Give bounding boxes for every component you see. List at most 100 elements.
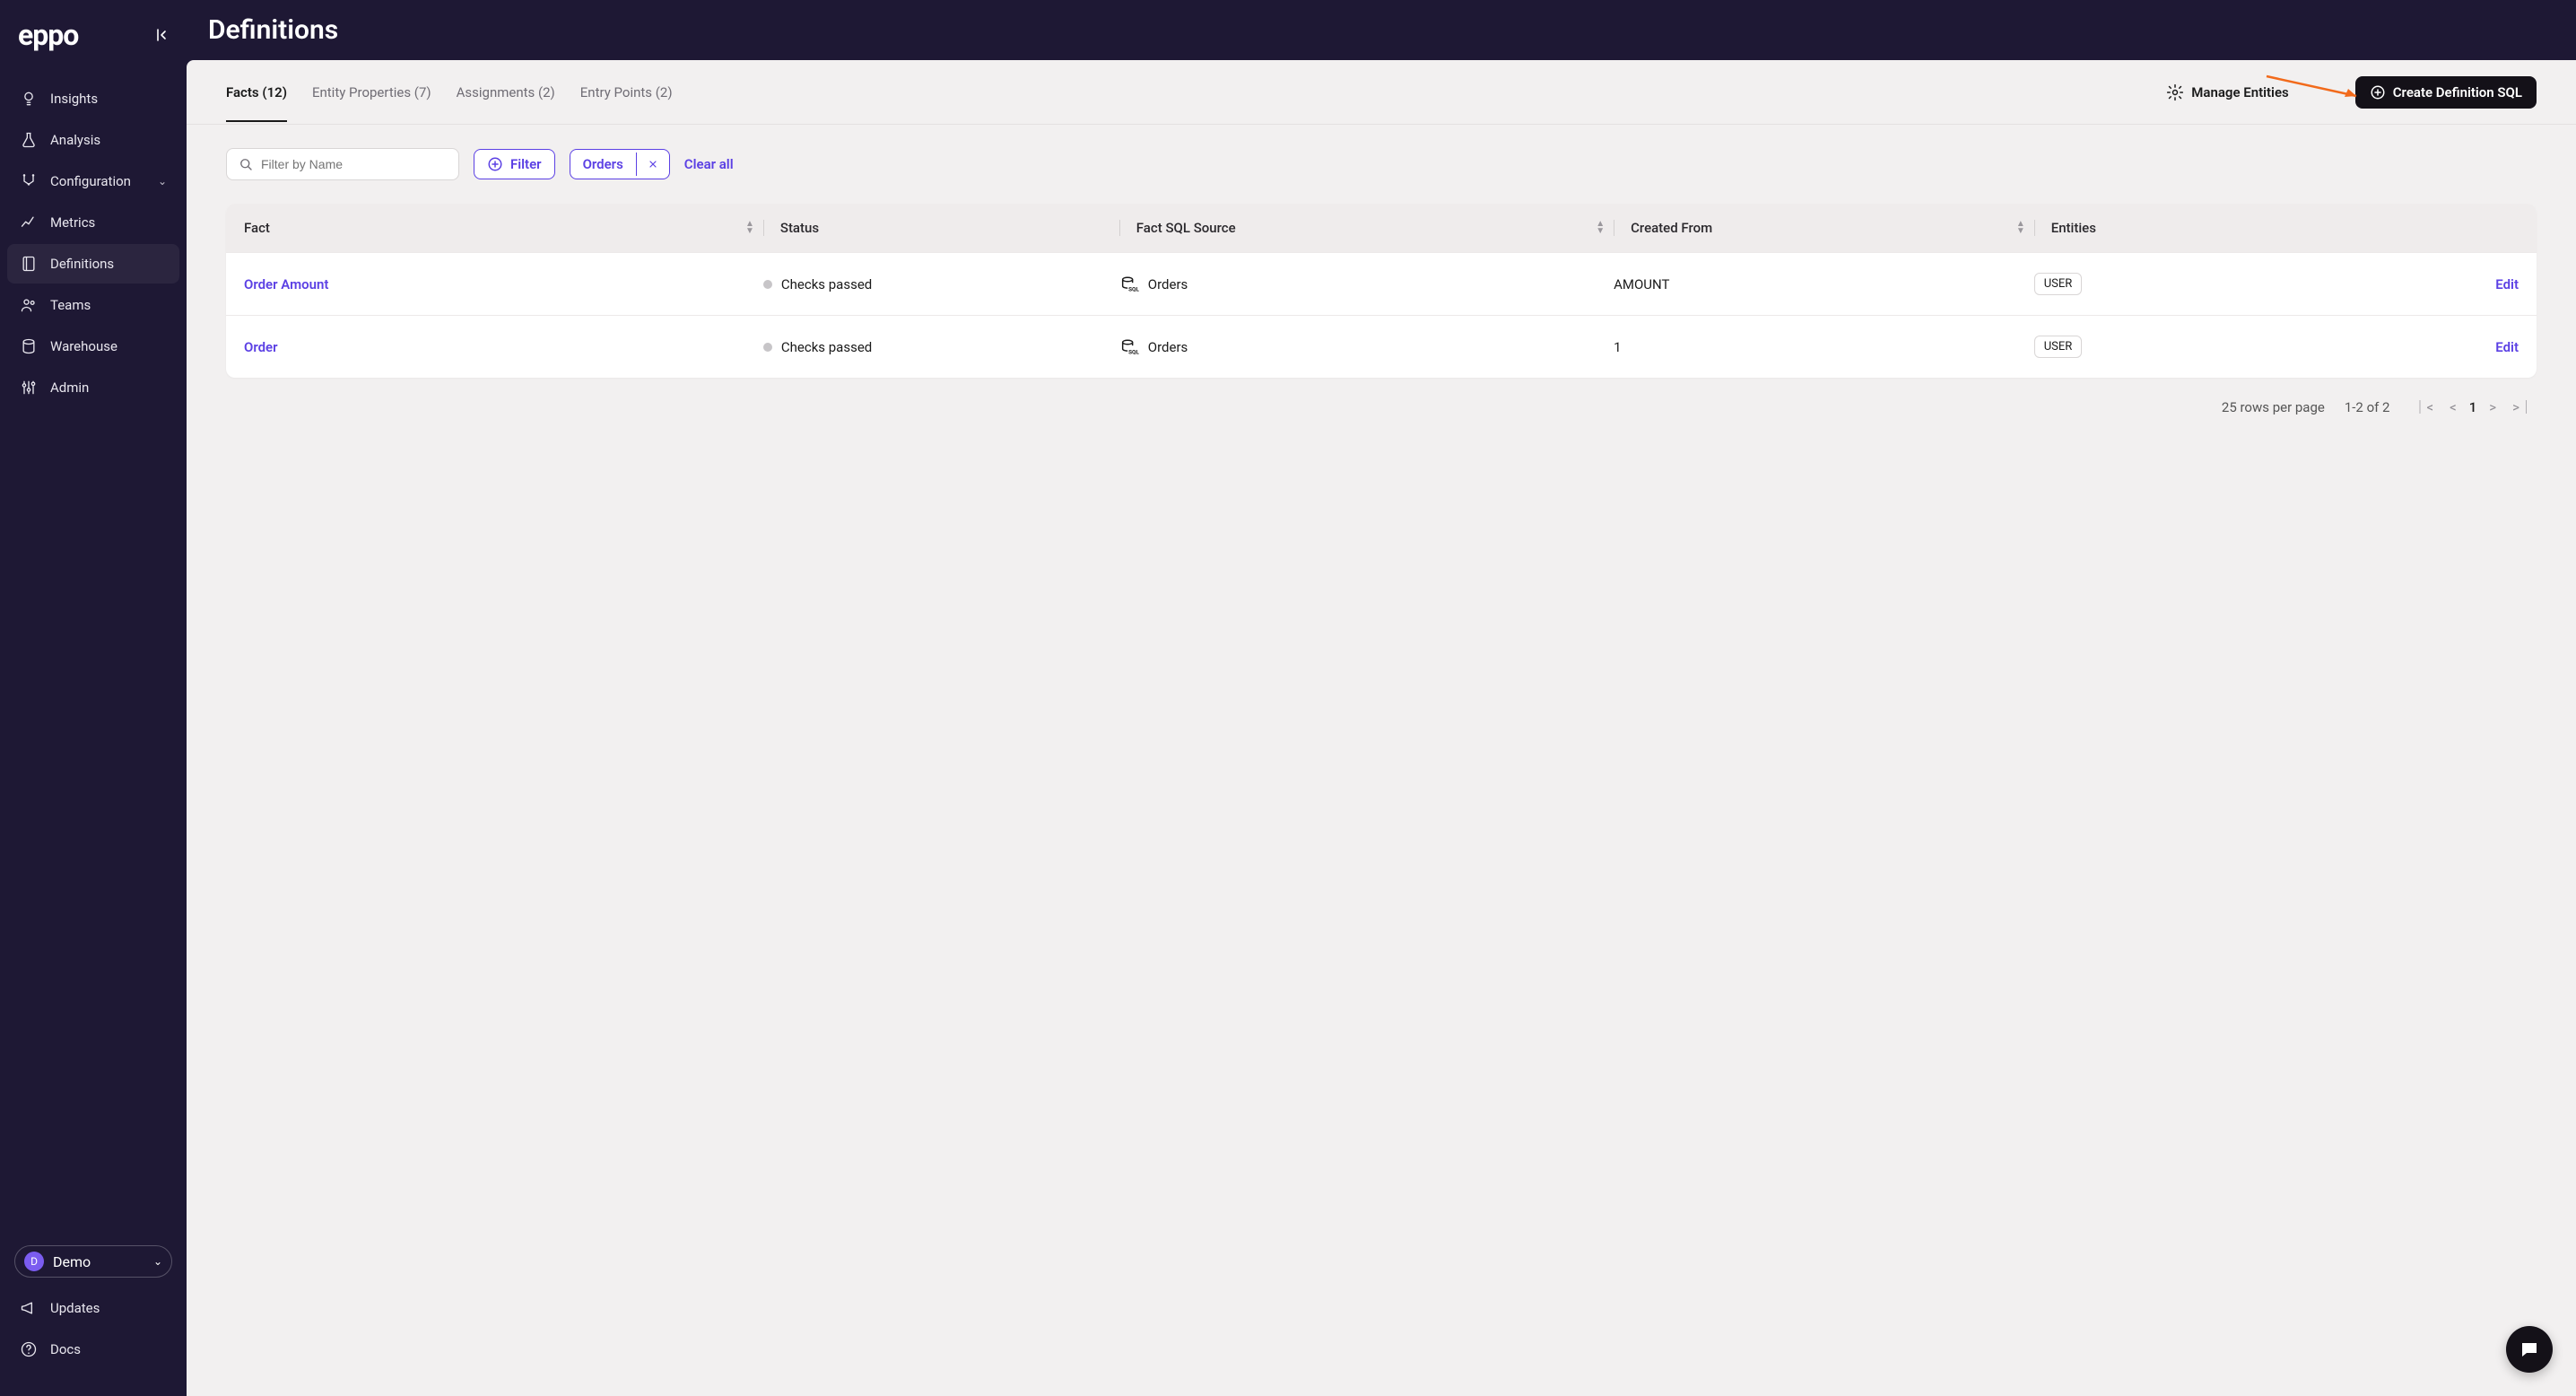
th-entities: Entities [2034, 220, 2390, 236]
bulb-icon [20, 90, 38, 108]
entities-cell: USER [2034, 273, 2390, 295]
table-row: Order Amount Checks passed SQL Orders AM… [226, 252, 2537, 315]
th-fact[interactable]: Fact ▲▼ [244, 220, 763, 236]
nav-insights[interactable]: Insights [7, 79, 179, 118]
chat-widget-button[interactable] [2506, 1326, 2553, 1373]
manage-entities-label: Manage Entities [2191, 84, 2288, 100]
fact-link[interactable]: Order Amount [244, 276, 763, 292]
book-icon [20, 255, 38, 273]
filters-row: Filter Orders Clear all [187, 125, 2576, 189]
user-name: Demo [53, 1253, 91, 1270]
filter-button[interactable]: Filter [474, 149, 555, 179]
source-cell: SQL Orders [1119, 275, 1614, 294]
manage-entities-button[interactable]: Manage Entities [2166, 83, 2288, 101]
sort-icon[interactable]: ▲▼ [745, 221, 754, 235]
fact-link[interactable]: Order [244, 339, 763, 355]
chevron-down-icon: ⌄ [153, 1255, 162, 1268]
page-prev-button[interactable]: < [2446, 397, 2460, 417]
status-cell: Checks passed [763, 276, 1119, 292]
status-cell: Checks passed [763, 339, 1119, 355]
megaphone-icon [20, 1299, 38, 1317]
nav-docs[interactable]: Docs [7, 1330, 179, 1369]
search-box[interactable] [226, 148, 459, 180]
entity-badge: USER [2034, 273, 2083, 295]
brand-logo: eppo [18, 18, 78, 52]
nav-label: Definitions [50, 256, 114, 272]
nav-label: Analysis [50, 132, 100, 148]
sliders-icon [20, 379, 38, 397]
table-row: Order Checks passed SQL Orders 1 USER Ed… [226, 315, 2537, 378]
user-menu[interactable]: D Demo ⌄ [14, 1245, 172, 1278]
page-title: Definitions [208, 14, 338, 46]
tab-entity-properties[interactable]: Entity Properties (7) [312, 63, 431, 122]
entity-badge: USER [2034, 336, 2083, 358]
created-from-cell: 1 [1614, 339, 2034, 355]
entities-cell: USER [2034, 336, 2390, 358]
help-icon [20, 1340, 38, 1358]
users-icon [20, 296, 38, 314]
edit-button[interactable]: Edit [2390, 339, 2519, 355]
plus-circle-icon [2370, 84, 2386, 100]
edit-button[interactable]: Edit [2390, 276, 2519, 292]
nav-label: Configuration [50, 173, 131, 189]
nav-label: Updates [50, 1300, 100, 1316]
create-definition-button[interactable]: Create Definition SQL [2355, 76, 2537, 109]
avatar: D [24, 1252, 44, 1271]
branch-icon [20, 172, 38, 190]
nav-analysis[interactable]: Analysis [7, 120, 179, 160]
status-dot-icon [763, 343, 772, 352]
tabs-row: Facts (12) Entity Properties (7) Assignm… [187, 60, 2576, 125]
sort-icon[interactable]: ▲▼ [2016, 221, 2025, 235]
table-header: Fact ▲▼ Status Fact SQL Source ▲▼ [226, 204, 2537, 252]
nav-warehouse[interactable]: Warehouse [7, 327, 179, 366]
chip-label[interactable]: Orders [570, 150, 636, 179]
page-current: 1 [2469, 399, 2477, 415]
chevron-down-icon: ⌄ [158, 175, 167, 188]
tab-entry-points[interactable]: Entry Points (2) [580, 63, 673, 122]
nav-admin[interactable]: Admin [7, 368, 179, 407]
main-content: Facts (12) Entity Properties (7) Assignm… [187, 60, 2576, 1396]
sidebar-collapse-icon[interactable] [154, 28, 169, 42]
svg-text:SQL: SQL [1128, 348, 1139, 355]
nav-configuration[interactable]: Configuration ⌄ [7, 161, 179, 201]
created-from-cell: AMOUNT [1614, 276, 2034, 292]
th-status: Status [763, 220, 1119, 236]
chip-remove-button[interactable] [636, 153, 669, 176]
page-first-button[interactable]: ｜< [2410, 396, 2438, 418]
clear-all-button[interactable]: Clear all [684, 156, 734, 172]
status-dot-icon [763, 280, 772, 289]
header: Definitions [187, 0, 2576, 60]
nav-label: Teams [50, 297, 91, 313]
nav-label: Admin [50, 380, 89, 396]
nav-definitions[interactable]: Definitions [7, 244, 179, 284]
nav-teams[interactable]: Teams [7, 285, 179, 325]
th-created-from[interactable]: Created From ▲▼ [1614, 220, 2034, 236]
nav-label: Docs [50, 1341, 81, 1357]
th-source[interactable]: Fact SQL Source ▲▼ [1119, 220, 1614, 236]
tab-assignments[interactable]: Assignments (2) [457, 63, 555, 122]
search-input[interactable] [261, 157, 448, 171]
chat-icon [2519, 1339, 2540, 1360]
nav-updates[interactable]: Updates [7, 1288, 179, 1328]
facts-table: Fact ▲▼ Status Fact SQL Source ▲▼ [226, 204, 2537, 378]
sql-icon: SQL [1119, 337, 1139, 357]
nav-metrics[interactable]: Metrics [7, 203, 179, 242]
create-definition-label: Create Definition SQL [2393, 84, 2522, 100]
page-next-button[interactable]: > [2485, 397, 2500, 417]
page-range-label: 1-2 of 2 [2345, 399, 2390, 415]
nav-label: Insights [50, 91, 98, 107]
sort-icon[interactable]: ▲▼ [1596, 221, 1605, 235]
sql-icon: SQL [1119, 275, 1139, 294]
page-last-button[interactable]: >｜ [2509, 396, 2537, 418]
svg-text:SQL: SQL [1128, 285, 1139, 292]
search-icon [238, 156, 254, 172]
gear-icon [2166, 83, 2184, 101]
flask-icon [20, 131, 38, 149]
filter-chip-orders: Orders [570, 149, 670, 179]
sidebar: eppo Insights Analysis [0, 0, 187, 1396]
pagination: 25 rows per page 1-2 of 2 ｜< < 1 > >｜ [187, 378, 2576, 418]
tab-facts[interactable]: Facts (12) [226, 63, 287, 122]
database-icon [20, 337, 38, 355]
plus-circle-icon [487, 156, 503, 172]
nav-label: Warehouse [50, 338, 117, 354]
